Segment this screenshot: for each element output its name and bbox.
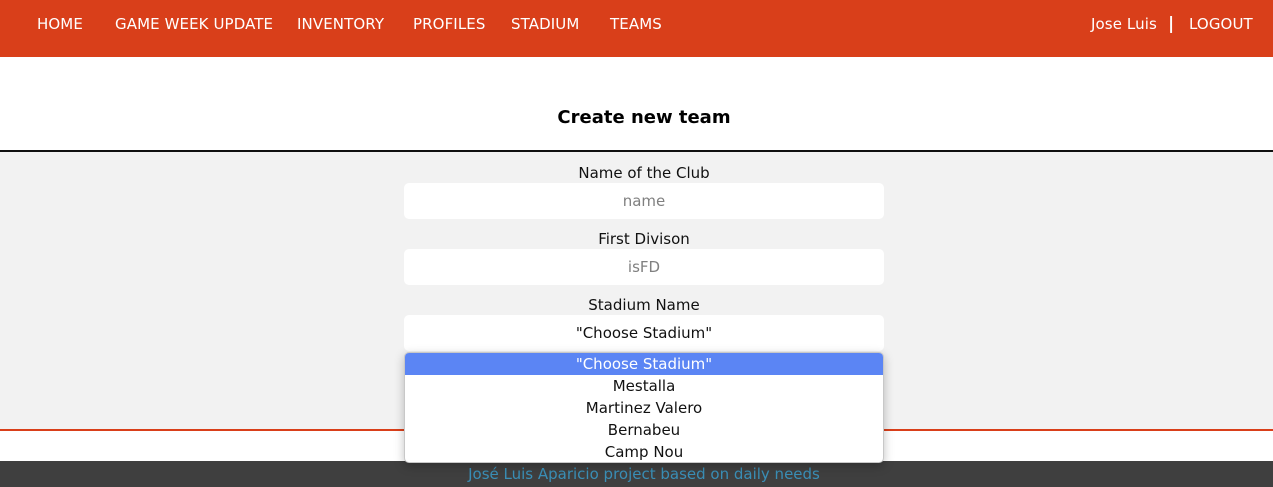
logout-link[interactable]: LOGOUT: [1189, 0, 1253, 57]
club-name-input[interactable]: [404, 183, 884, 219]
nav-link-profiles[interactable]: PROFILES: [413, 0, 485, 57]
nav-link-inventory[interactable]: INVENTORY: [297, 0, 384, 57]
stadium-select[interactable]: "Choose Stadium": [404, 315, 884, 351]
nav-link-teams[interactable]: TEAMS: [610, 0, 662, 57]
nav-separator: |: [1168, 14, 1175, 34]
nav-link-game-week-update[interactable]: GAME WEEK UPDATE: [115, 0, 273, 57]
nav-link-stadium[interactable]: STADIUM: [511, 0, 579, 57]
stadium-option[interactable]: Mestalla: [405, 375, 883, 397]
stadium-dropdown-list: "Choose Stadium" Mestalla Martinez Valer…: [404, 352, 884, 463]
page: HOME GAME WEEK UPDATE INVENTORY PROFILES…: [0, 0, 1273, 487]
footer: José Luis Aparicio project based on dail…: [0, 461, 1273, 487]
stadium-name-label: Stadium Name: [588, 296, 700, 314]
top-navbar: HOME GAME WEEK UPDATE INVENTORY PROFILES…: [0, 0, 1273, 57]
first-division-label: First Divison: [598, 230, 690, 248]
user-name[interactable]: Jose Luis: [1091, 0, 1157, 57]
stadium-option[interactable]: Camp Nou: [405, 441, 883, 462]
page-title: Create new team: [557, 107, 731, 128]
nav-link-home[interactable]: HOME: [37, 0, 83, 57]
stadium-option[interactable]: Bernabeu: [405, 419, 883, 441]
stadium-option[interactable]: Martinez Valero: [405, 397, 883, 419]
first-division-input[interactable]: [404, 249, 884, 285]
footer-text: José Luis Aparicio project based on dail…: [468, 465, 820, 483]
club-name-label: Name of the Club: [578, 164, 710, 182]
stadium-option[interactable]: "Choose Stadium": [405, 353, 883, 375]
